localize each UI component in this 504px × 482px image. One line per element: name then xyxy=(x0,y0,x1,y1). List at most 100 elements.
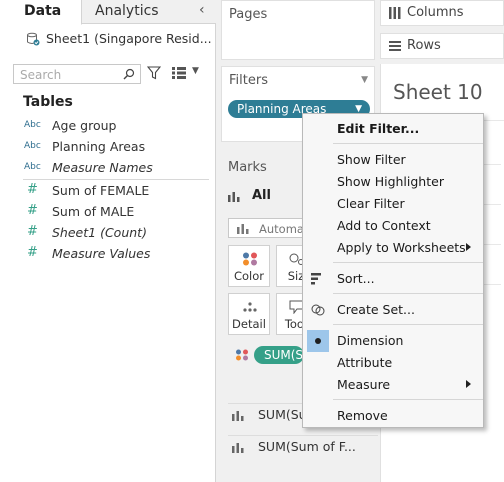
rows-shelf[interactable]: Rows xyxy=(380,33,504,59)
gridline xyxy=(481,244,501,245)
field-sheet1-count[interactable]: # Sheet1 (Count) xyxy=(24,224,214,243)
string-type-icon: Abc xyxy=(24,162,41,172)
menu-item-label: Sort... xyxy=(337,271,375,286)
set-icon xyxy=(311,304,325,316)
field-label: Sum of FEMALE xyxy=(52,183,150,198)
menu-item-measure[interactable]: Measure xyxy=(303,374,483,396)
detail-button[interactable]: Detail xyxy=(228,293,270,335)
field-planning-areas[interactable]: Abc Planning Areas xyxy=(24,139,214,157)
bar-chart-icon xyxy=(232,411,244,421)
marks-all-label: All xyxy=(252,188,271,203)
sort-icon xyxy=(311,273,321,285)
bar-chart-icon xyxy=(228,192,240,202)
gridline xyxy=(481,164,501,165)
view-list-icon[interactable] xyxy=(172,67,186,79)
field-label: Age group xyxy=(52,118,117,133)
menu-item-label: Apply to Worksheets xyxy=(337,240,466,255)
menu-item-label: Add to Context xyxy=(337,218,431,233)
menu-item-label: Dimension xyxy=(337,333,404,348)
search-placeholder: Search xyxy=(20,68,62,82)
number-type-icon: # xyxy=(27,182,38,197)
chevron-down-icon[interactable]: ▼ xyxy=(361,75,368,85)
submenu-arrow-icon xyxy=(466,243,471,251)
color-button[interactable]: Color xyxy=(228,245,270,287)
columns-icon xyxy=(389,7,401,19)
collapse-pane-button[interactable]: ‹ xyxy=(199,2,205,18)
menu-item-label: Edit Filter... xyxy=(337,121,420,136)
marks-row-label: SUM(Su xyxy=(258,407,307,422)
pages-shelf[interactable]: Pages xyxy=(221,0,375,60)
field-label: Sum of MALE xyxy=(52,204,135,219)
bar-chart-icon xyxy=(232,443,244,453)
menu-item-label: Attribute xyxy=(337,355,393,370)
columns-label: Columns xyxy=(407,5,464,20)
menu-item-attribute[interactable]: Attribute xyxy=(303,352,483,374)
marks-title: Marks xyxy=(228,160,267,175)
pages-title: Pages xyxy=(229,7,268,22)
menu-item-show-highlighter[interactable]: Show Highlighter xyxy=(303,171,483,193)
field-label: Sheet1 (Count) xyxy=(52,225,147,240)
menu-item-add-to-context[interactable]: Add to Context xyxy=(303,215,483,237)
search-input[interactable]: Search xyxy=(13,64,141,84)
number-type-icon: # xyxy=(27,203,38,218)
menu-item-label: Create Set... xyxy=(337,302,415,317)
menu-item-dimension[interactable]: Dimension xyxy=(303,330,483,352)
field-measure-values[interactable]: # Measure Values xyxy=(24,245,214,264)
menu-separator xyxy=(333,262,483,263)
menu-item-sort[interactable]: Sort... xyxy=(303,268,483,290)
menu-item-label: Show Filter xyxy=(337,152,406,167)
automatic-mark-icon xyxy=(237,224,249,234)
menu-item-create-set[interactable]: Create Set... xyxy=(303,299,483,321)
field-label: Measure Names xyxy=(52,160,153,175)
menu-item-apply-to-worksheets[interactable]: Apply to Worksheets xyxy=(303,237,483,259)
selected-dot-icon xyxy=(307,330,329,352)
field-measure-names[interactable]: Abc Measure Names xyxy=(24,160,214,178)
detail-label: Detail xyxy=(232,317,266,331)
field-label: Measure Values xyxy=(52,246,151,261)
string-type-icon: Abc xyxy=(24,120,41,130)
menu-separator xyxy=(333,399,483,400)
menu-item-show-filter[interactable]: Show Filter xyxy=(303,149,483,171)
pane-tabs: Data Analytics ‹ xyxy=(0,0,216,25)
menu-item-label: Measure xyxy=(337,377,391,392)
menu-item-edit-filter[interactable]: Edit Filter... xyxy=(303,118,483,140)
tab-data[interactable]: Data xyxy=(0,0,82,25)
data-pane: Data Analytics ‹ Sheet1 (Singapore Resid… xyxy=(0,0,216,482)
field-label: Planning Areas xyxy=(52,139,146,154)
columns-shelf[interactable]: Columns xyxy=(380,0,504,26)
field-sum-of-male[interactable]: # Sum of MALE xyxy=(24,203,214,222)
datasource-item[interactable]: Sheet1 (Singapore Resid... xyxy=(6,30,212,48)
filter-context-menu: Edit Filter... Show Filter Show Highligh… xyxy=(302,113,484,428)
number-type-icon: # xyxy=(27,245,38,260)
datasource-icon xyxy=(27,32,40,46)
menu-separator xyxy=(333,324,483,325)
field-age-group[interactable]: Abc Age group xyxy=(24,118,214,136)
field-sum-of-female[interactable]: # Sum of FEMALE xyxy=(24,182,214,201)
gridline xyxy=(481,284,501,285)
chevron-down-icon[interactable]: ▼ xyxy=(192,66,199,76)
color-measure-pill[interactable]: SUM(S xyxy=(254,346,304,364)
dimension-measure-divider xyxy=(23,179,209,180)
color-label: Color xyxy=(233,269,265,283)
search-icon xyxy=(123,68,135,80)
menu-item-label: Remove xyxy=(337,408,388,423)
menu-item-label: Show Highlighter xyxy=(337,174,444,189)
rows-icon xyxy=(389,41,401,51)
detail-icon xyxy=(243,302,257,312)
menu-item-remove[interactable]: Remove xyxy=(303,405,483,427)
number-type-icon: # xyxy=(27,224,38,239)
color-icon xyxy=(243,252,257,266)
filters-title: Filters xyxy=(229,73,268,88)
filter-icon[interactable] xyxy=(147,66,161,80)
tables-heading: Tables xyxy=(23,94,73,110)
sheet-title: Sheet 10 xyxy=(393,80,483,104)
submenu-arrow-icon xyxy=(466,380,471,388)
color-encoding-icon xyxy=(236,349,248,361)
menu-separator xyxy=(333,143,483,144)
marks-row-label: SUM(Sum of F... xyxy=(258,439,356,454)
marks-measure-row[interactable]: SUM(Sum of F... xyxy=(228,435,378,459)
menu-item-clear-filter[interactable]: Clear Filter xyxy=(303,193,483,215)
tab-analytics[interactable]: Analytics xyxy=(95,0,159,24)
string-type-icon: Abc xyxy=(24,141,41,151)
menu-separator xyxy=(333,293,483,294)
